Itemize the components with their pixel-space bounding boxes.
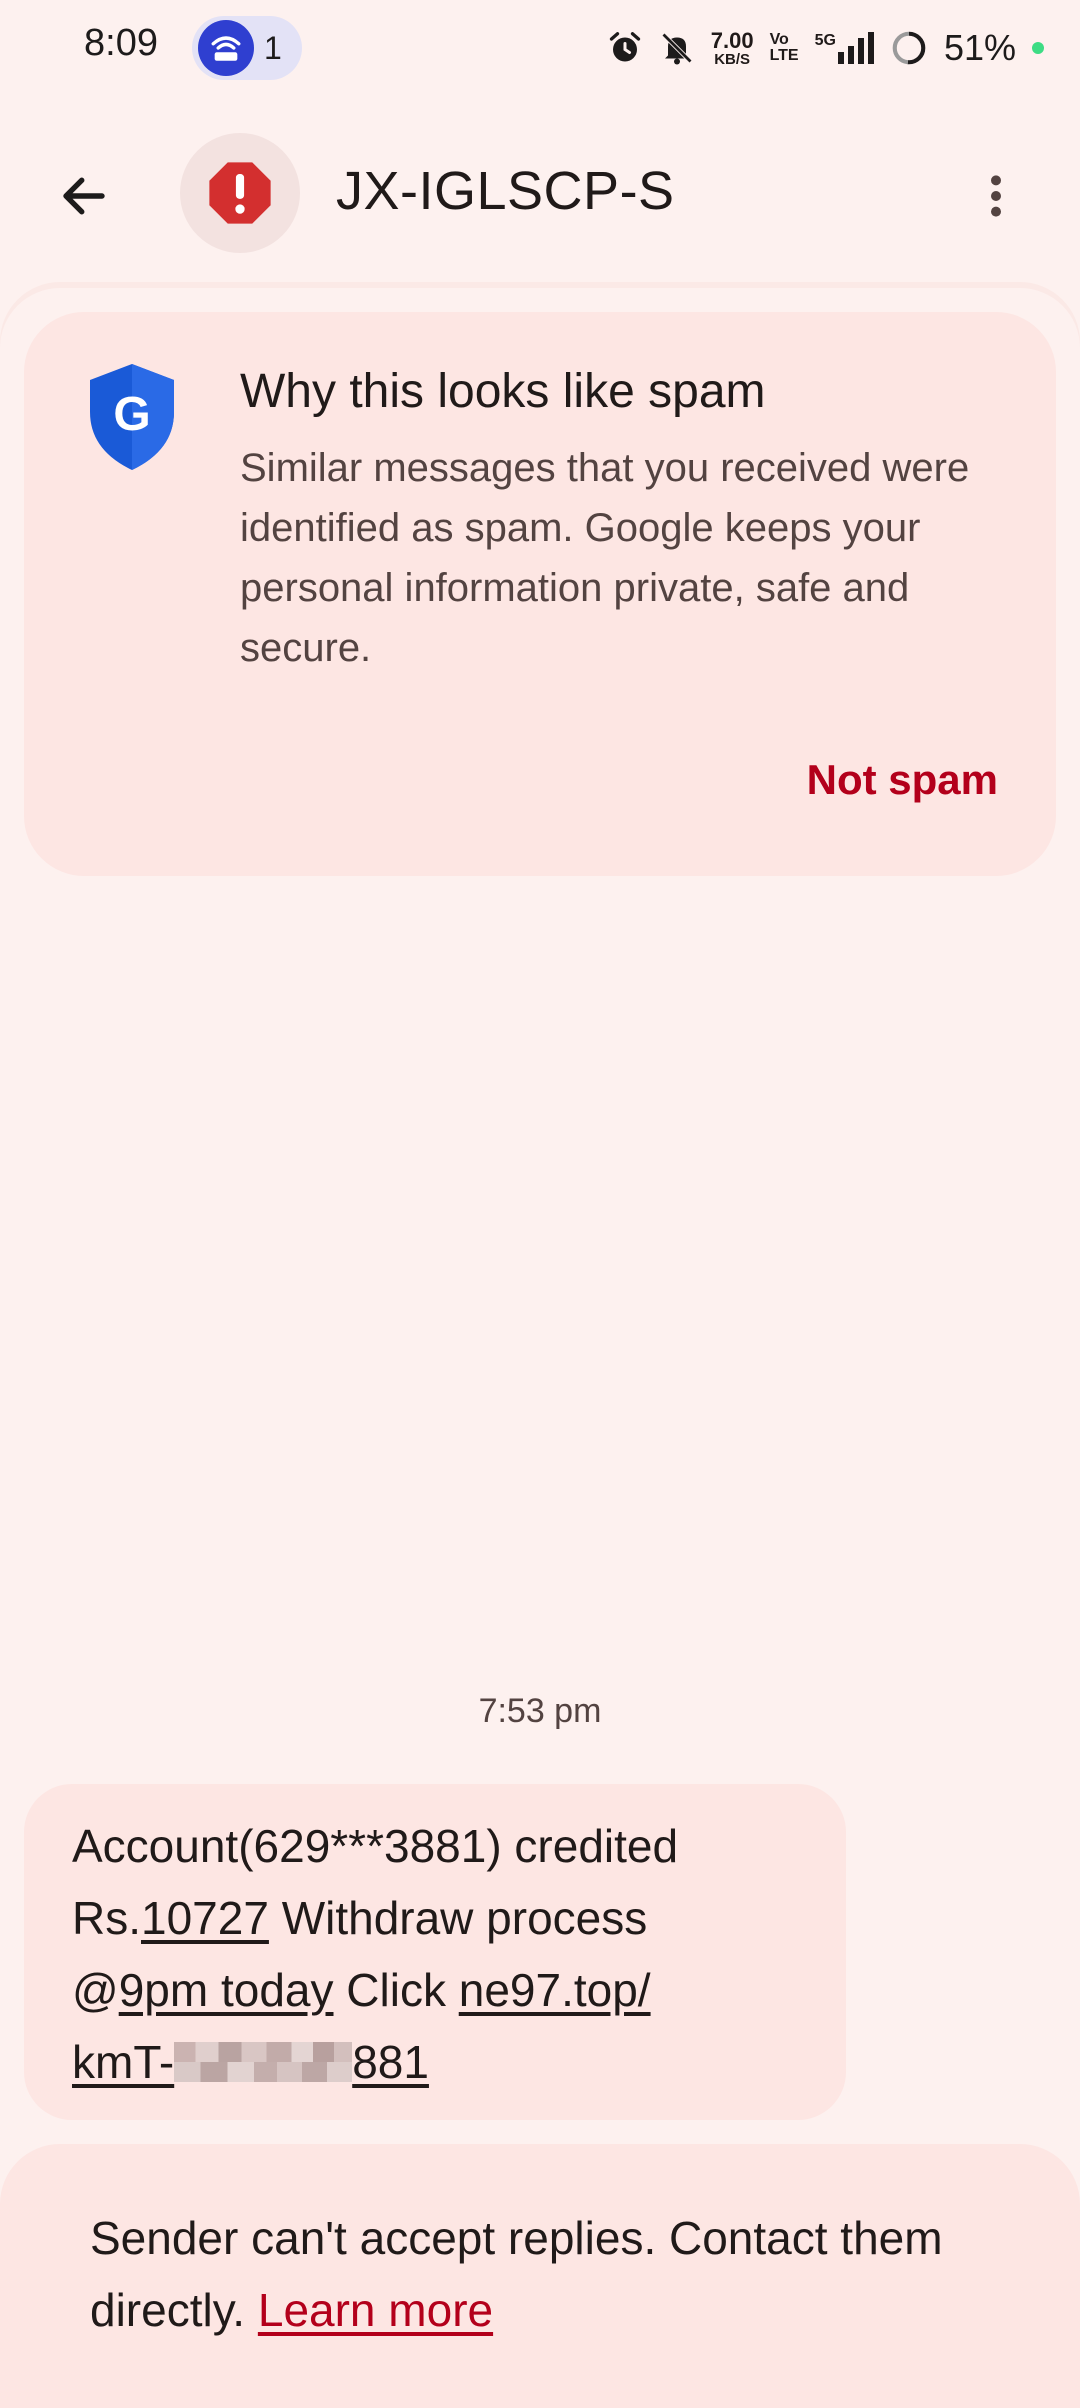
not-spam-button[interactable]: Not spam: [807, 756, 998, 804]
avatar[interactable]: [180, 133, 300, 253]
url-link[interactable]: ne97.top/: [459, 1964, 651, 2016]
volte-indicator: Vo LTE: [769, 31, 799, 64]
back-arrow-icon: [63, 177, 105, 215]
status-icons: 7.00 KB/S Vo LTE 5G 51%: [607, 18, 1044, 78]
net-speed: 7.00 KB/S: [710, 27, 754, 68]
alarm-icon: [609, 32, 640, 62]
message-timestamp: 7:53 pm: [478, 1692, 602, 1730]
signal-icon: 5G: [815, 32, 874, 64]
message-line-3: @9pm today Click ne97.top/: [72, 1964, 651, 2016]
hotspot-chip[interactable]: 1: [192, 16, 302, 80]
message-line-4: kmT- 881: [72, 2026, 798, 2098]
redacted-text: [174, 2042, 353, 2082]
url-link-continued[interactable]: kmT- 881: [72, 2036, 429, 2088]
spam-card-title: Why this looks like spam: [240, 365, 766, 418]
status-bar: 8:09 1 7.00 KB/S Vo LTE 5G 51%: [0, 0, 1080, 96]
privacy-dot: [1032, 42, 1044, 54]
amount-link[interactable]: 10727: [141, 1892, 269, 1944]
spam-card-body: Similar messages that you received were …: [240, 446, 970, 670]
contact-name: JX-IGLSCP-S: [336, 161, 675, 221]
more-options-button[interactable]: [956, 156, 1036, 236]
battery-percent: 51%: [943, 27, 1016, 68]
message-bubble[interactable]: Account(629***3881) credited Rs.10727 Wi…: [24, 1784, 846, 2120]
hotspot-count: 1: [264, 29, 282, 66]
status-time: 8:09: [84, 22, 158, 64]
battery-icon: [892, 31, 926, 65]
message-line-2: Rs.10727 Withdraw process: [72, 1892, 648, 1944]
more-vert-icon: [991, 175, 1001, 217]
google-shield-icon: G: [90, 364, 174, 470]
spam-warning-icon: [209, 162, 271, 224]
message-line-1: Account(629***3881) credited: [72, 1820, 679, 1872]
spam-info-card: G Why this looks like spam Similar messa…: [24, 312, 1056, 876]
notice-text: Sender can't accept replies. Contact the…: [90, 2212, 943, 2336]
time-link[interactable]: 9pm today: [119, 1964, 334, 2016]
svg-text:G: G: [113, 388, 150, 441]
muted-bell-icon: [661, 32, 692, 65]
hotspot-icon: [198, 20, 254, 76]
reply-disabled-notice: Sender can't accept replies. Contact the…: [0, 2144, 1080, 2408]
learn-more-link[interactable]: Learn more: [258, 2284, 493, 2336]
top-app-bar: JX-IGLSCP-S: [0, 130, 1080, 256]
back-button[interactable]: [44, 156, 124, 236]
